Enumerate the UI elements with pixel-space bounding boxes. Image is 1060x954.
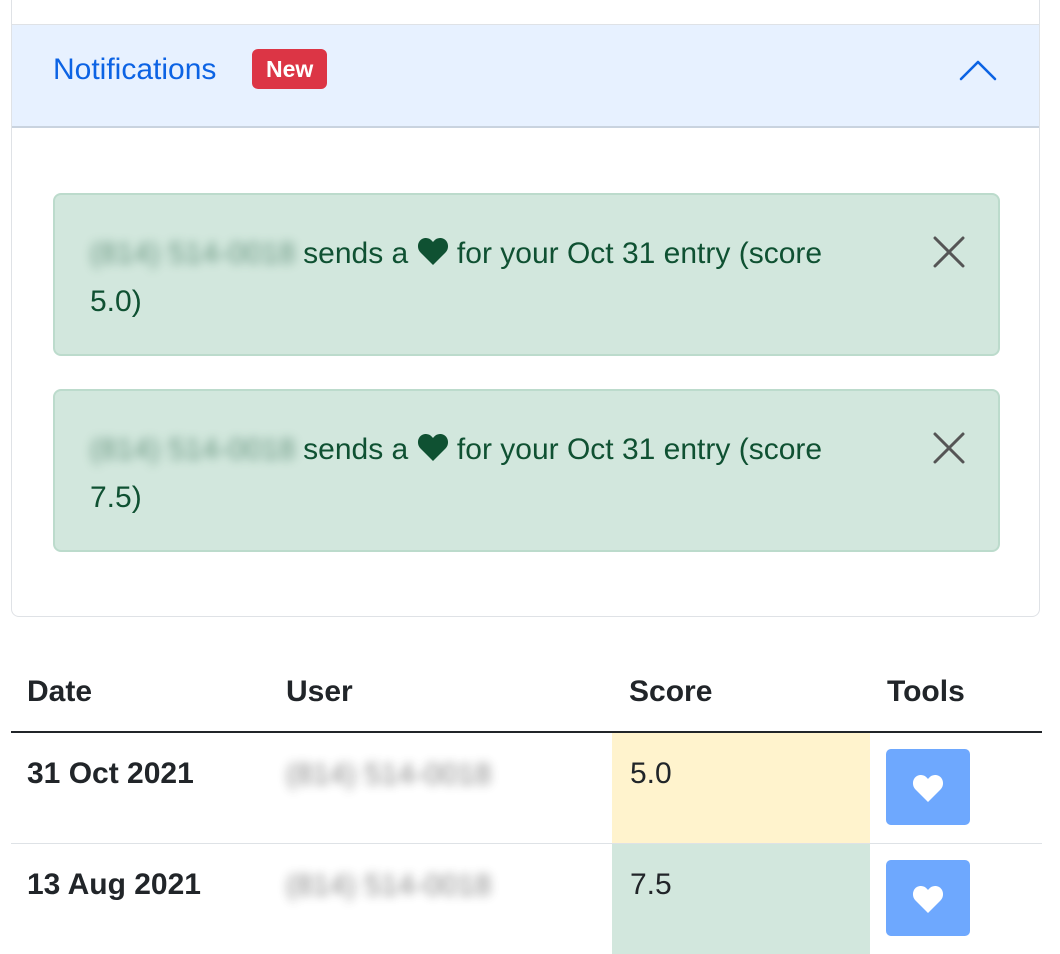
- heart-icon: [912, 885, 944, 913]
- cell-score: 7.5: [612, 844, 870, 954]
- send-heart-button[interactable]: [886, 860, 970, 936]
- cell-date: 31 Oct 2021: [27, 757, 194, 790]
- cell-score: 5.0: [612, 733, 870, 843]
- notification-user: (814) 514-0018: [90, 237, 296, 270]
- score-value: 5.0: [630, 757, 672, 790]
- cell-date: 13 Aug 2021: [27, 868, 201, 901]
- notification-text-before: sends a: [303, 433, 409, 466]
- column-header-score: Score: [629, 675, 713, 708]
- column-header-user: User: [286, 675, 353, 708]
- cell-user: (814) 514-0018: [286, 755, 499, 795]
- notification-message: (814) 514-0018 sends a for your Oct 31 en…: [90, 426, 850, 522]
- column-header-date: Date: [27, 675, 93, 708]
- notification-message: (814) 514-0018 sends a for your Oct 31 en…: [90, 230, 850, 326]
- close-icon[interactable]: [932, 235, 966, 269]
- notification-user: (814) 514-0018: [90, 433, 296, 466]
- notification-alert: (814) 514-0018 sends a for your Oct 31 en…: [53, 193, 1000, 356]
- notifications-title: Notifications: [53, 53, 217, 86]
- notifications-card: Notifications New (814) 514-0018 sends a …: [11, 0, 1040, 617]
- heart-icon: [417, 433, 448, 461]
- notification-text-before: sends a: [303, 237, 409, 270]
- table-row: 31 Oct 2021 (814) 514-0018 5.0: [11, 733, 1042, 844]
- chevron-up-icon[interactable]: [959, 59, 997, 81]
- close-icon[interactable]: [932, 431, 966, 465]
- send-heart-button[interactable]: [886, 749, 970, 825]
- cell-user: (814) 514-0018: [286, 866, 499, 906]
- table-row: 13 Aug 2021 (814) 514-0018 7.5: [11, 844, 1042, 954]
- column-header-tools: Tools: [887, 675, 965, 708]
- score-value: 7.5: [630, 868, 672, 901]
- notifications-header[interactable]: Notifications New: [12, 24, 1039, 128]
- user-phone: (814) 514-0018: [286, 869, 492, 902]
- user-phone: (814) 514-0018: [286, 758, 492, 791]
- new-badge: New: [252, 49, 328, 89]
- heart-icon: [417, 237, 448, 265]
- heart-icon: [912, 774, 944, 802]
- notification-alert: (814) 514-0018 sends a for your Oct 31 en…: [53, 389, 1000, 552]
